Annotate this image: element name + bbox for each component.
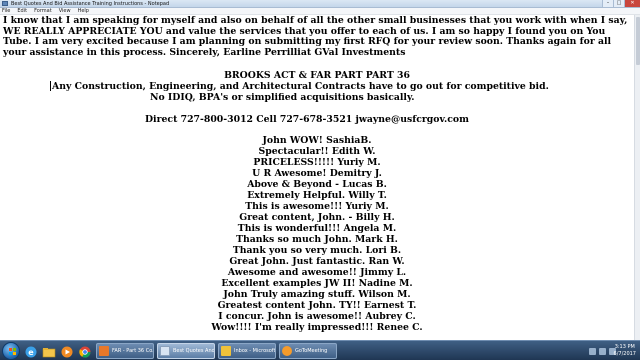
gotomeeting-icon (282, 346, 292, 356)
window-controls: – □ ✕ (602, 0, 640, 7)
tray-icon[interactable] (589, 348, 596, 355)
svg-text:e: e (28, 348, 34, 357)
text-editor-area[interactable]: I know that I am speaking for myself and… (0, 15, 634, 340)
taskbar: e FAR - Part 36 Co... Best Quotes And ..… (0, 340, 640, 360)
maximize-button[interactable]: □ (613, 0, 624, 7)
notepad-icon (2, 1, 8, 6)
taskbar-button-gotomeeting[interactable]: GoToMeeting (279, 343, 337, 359)
vertical-scrollbar[interactable] (634, 15, 640, 340)
clock-date: 6/7/2017 (613, 351, 636, 357)
minimize-button[interactable]: – (602, 0, 613, 7)
list-item: Thanks so much John. Mark H. (236, 234, 398, 245)
clock-time: 3:13 PM (614, 344, 635, 350)
menu-help[interactable]: Help (78, 8, 89, 14)
scrollbar-thumb[interactable] (636, 17, 640, 65)
window-title: Best Quotes And Bid Assistance Training … (11, 0, 170, 7)
menu-edit[interactable]: Edit (17, 8, 27, 14)
menu-format[interactable]: Format (34, 8, 52, 14)
menu-view[interactable]: View (59, 8, 71, 14)
list-item: John WOW! SashiaB. (262, 135, 372, 146)
list-item: Above & Beyond - Lucas B. (247, 179, 387, 190)
start-button[interactable] (2, 342, 20, 360)
list-item: Excellent examples JW II! Nadine M. (221, 278, 413, 289)
chrome-icon[interactable] (78, 344, 92, 358)
list-item: Awesome and awesome!! Jimmy L. (227, 267, 407, 278)
system-clock[interactable]: 3:13 PM 6/7/2017 (614, 344, 636, 358)
mail-icon (221, 346, 231, 356)
list-item: This is wonderful!!! Angela M. (237, 223, 397, 234)
paragraph-line: your assistance in this process. Sincere… (3, 46, 406, 58)
list-item: I concur. John is awesome!! Aubrey C. (218, 311, 416, 322)
list-item: This is awesome!!! Yuriy M. (245, 201, 389, 212)
taskbar-button-label: FAR - Part 36 Co... (112, 348, 153, 354)
list-item: Thank you so very much. Lori B. (232, 245, 402, 256)
taskbar-button-label: Inbox - Microsoft ... (234, 348, 275, 354)
pdf-icon (99, 346, 109, 356)
list-item: Greatest content John. TY!! Earnest T. (217, 300, 417, 311)
notepad-icon (160, 346, 170, 356)
list-item: Wow!!!! I'm really impressed!!! Renee C. (211, 322, 423, 333)
taskbar-button-far-part-36[interactable]: FAR - Part 36 Co... (96, 343, 154, 359)
folder-icon[interactable] (42, 344, 56, 358)
title-bar: Best Quotes And Bid Assistance Training … (0, 0, 640, 8)
list-item: John Truly amazing stuff. Wilson M. (223, 289, 411, 300)
list-item: Great John. Just fantastic. Ran W. (229, 256, 405, 267)
internet-explorer-icon[interactable]: e (24, 344, 38, 358)
network-icon[interactable] (599, 348, 606, 355)
taskbar-button-notepad[interactable]: Best Quotes And ... (157, 343, 215, 359)
list-item: Spectacular!! Edith W. (258, 146, 376, 157)
system-tray (589, 344, 616, 355)
paragraph-line: I know that I am speaking for myself and… (3, 15, 628, 26)
testimonial-list: John WOW! SashiaB. Spectacular!! Edith W… (0, 135, 634, 333)
taskbar-button-label: Best Quotes And ... (173, 348, 214, 354)
testimonial-paragraph: I know that I am speaking for myself and… (3, 15, 629, 58)
rule-line: Any Construction, Engineering, and Archi… (52, 81, 549, 92)
taskbar-button-outlook[interactable]: Inbox - Microsoft ... (218, 343, 276, 359)
heading-line: BROOKS ACT & FAR PART PART 36 (224, 70, 410, 81)
windows-logo-icon (9, 348, 17, 356)
media-player-icon[interactable] (60, 344, 74, 358)
list-item: Extremely Helpful. Willy T. (247, 190, 387, 201)
menu-bar: File Edit Format View Help (0, 8, 640, 15)
contact-line: Direct 727-800-3012 Cell 727-678-3521 jw… (145, 114, 469, 125)
list-item: PRICELESS!!!!! Yuriy M. (253, 157, 381, 168)
close-button[interactable]: ✕ (624, 0, 640, 7)
taskbar-button-label: GoToMeeting (295, 348, 328, 354)
note-line: No IDIQ, BPA's or simplified acquisition… (150, 92, 415, 103)
list-item: Great content, John. - Billy H. (239, 212, 395, 223)
list-item: U R Awesome! Demitry J. (252, 168, 382, 179)
text-caret (50, 81, 51, 91)
menu-file[interactable]: File (2, 8, 10, 14)
